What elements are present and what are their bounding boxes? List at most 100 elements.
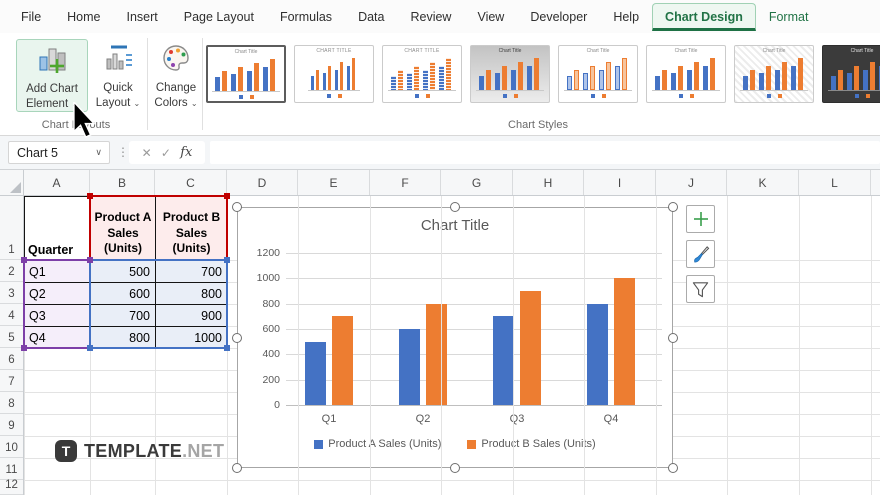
cancel-icon[interactable]: ✕ [142,146,152,160]
row-header-5[interactable]: 5 [0,326,23,348]
tab-review[interactable]: Review [397,2,464,32]
column-header-d[interactable]: D [227,170,298,195]
row-header-3[interactable]: 3 [0,282,23,304]
row-header-4[interactable]: 4 [0,304,23,326]
tab-page-layout[interactable]: Page Layout [171,2,267,32]
cell-c4[interactable]: 900 [155,304,228,327]
chart-elements-button[interactable] [686,205,715,233]
chart-resize-handle[interactable] [668,332,678,343]
chart-title[interactable]: Chart Title [238,217,672,234]
column-header-a[interactable]: A [24,170,90,195]
column-header-c[interactable]: C [155,170,227,195]
tab-data[interactable]: Data [345,2,397,32]
selected-chart[interactable]: Chart Title Product A Sales (Units) Produ… [237,207,673,468]
chart-resize-handle[interactable] [232,202,242,212]
cell-c5[interactable]: 1000 [155,326,228,349]
chart-resize-handle[interactable] [450,202,460,212]
tab-formulas[interactable]: Formulas [267,2,345,32]
column-header-k[interactable]: K [727,170,799,195]
name-box[interactable]: Chart 5 ∨ [8,141,110,164]
chart-style-6[interactable]: Chart Title [646,45,726,103]
row-header-1[interactable]: 1 [0,196,23,260]
chart-style-8[interactable]: Chart Title [822,45,880,103]
column-header-h[interactable]: H [513,170,584,195]
bar-Q1-series-2[interactable] [332,316,353,405]
chart-legend[interactable]: Product A Sales (Units) Product B Sales (… [238,438,672,450]
bar-Q2-series-1[interactable] [399,329,420,405]
add-chart-element-button[interactable]: Add Chart Element ⌄ [16,39,88,112]
column-header-l[interactable]: L [799,170,871,195]
cell-c3[interactable]: 800 [155,282,228,305]
tab-home[interactable]: Home [54,2,113,32]
name-box-chevron-icon[interactable]: ∨ [95,147,102,158]
legend-item[interactable]: Product B Sales (Units) [467,438,596,450]
cell-a3[interactable]: Q2 [24,282,91,305]
cell-b1-product-a-header[interactable]: Product A Sales (Units) [90,196,156,261]
row-header-7[interactable]: 7 [0,370,23,392]
bar-Q1-series-1[interactable] [305,341,326,405]
row-header-2[interactable]: 2 [0,260,23,282]
tab-help[interactable]: Help [600,2,652,32]
tab-view[interactable]: View [464,2,517,32]
row-header-9[interactable]: 9 [0,414,23,436]
cell-c2[interactable]: 700 [155,260,228,283]
column-header-g[interactable]: G [441,170,513,195]
change-colors-button[interactable]: Change Colors ⌄ [150,39,202,112]
row-header-11[interactable]: 11 [0,458,23,480]
select-all-corner[interactable] [0,170,24,195]
tab-developer[interactable]: Developer [517,2,600,32]
chart-style-1[interactable]: Chart Title [206,45,286,103]
tab-insert[interactable]: Insert [114,2,171,32]
range-handle[interactable] [87,345,93,351]
cell-a4[interactable]: Q3 [24,304,91,327]
cell-b5[interactable]: 800 [90,326,156,349]
chart-style-5[interactable]: Chart Title [558,45,638,103]
cell-b3[interactable]: 600 [90,282,156,305]
row-header-10[interactable]: 10 [0,436,23,458]
column-header-f[interactable]: F [370,170,441,195]
cell-b4[interactable]: 700 [90,304,156,327]
bar-Q4-series-1[interactable] [587,303,608,405]
legend-item[interactable]: Product A Sales (Units) [314,438,441,450]
column-header-i[interactable]: I [584,170,656,195]
chart-filters-button[interactable] [686,275,715,303]
range-handle[interactable] [224,193,230,199]
range-handle[interactable] [87,193,93,199]
chart-style-7[interactable]: Chart Title [734,45,814,103]
cell-a1-quarter[interactable]: Quarter [24,196,91,261]
chart-style-2[interactable]: Chart Title [294,45,374,103]
cell-a2[interactable]: Q1 [24,260,91,283]
column-header-j[interactable]: J [656,170,727,195]
chart-style-3[interactable]: Chart Title [382,45,462,103]
tab-chart-design[interactable]: Chart Design [652,2,756,31]
chart-resize-handle[interactable] [232,463,242,473]
bar-Q4-series-2[interactable] [614,278,635,405]
range-handle[interactable] [21,257,27,263]
chart-resize-handle[interactable] [450,463,460,473]
cell-a5[interactable]: Q4 [24,326,91,349]
bar-Q3-series-1[interactable] [493,316,514,405]
tab-file[interactable]: File [8,2,54,32]
chart-resize-handle[interactable] [668,463,678,473]
formula-input[interactable] [210,141,880,164]
range-handle[interactable] [21,345,27,351]
range-handle[interactable] [224,345,230,351]
bar-Q3-series-2[interactable] [520,291,541,405]
chart-resize-handle[interactable] [668,202,678,212]
tab-format[interactable]: Format [756,2,822,32]
cell-b2[interactable]: 500 [90,260,156,283]
chart-styles-button[interactable] [686,240,715,268]
row-header-12[interactable]: 12 [0,479,23,495]
quick-layout-button[interactable]: Quick Layout ⌄ [92,39,144,112]
row-header-6[interactable]: 6 [0,348,23,370]
cell-c1-product-b-header[interactable]: Product B Sales (Units) [155,196,228,261]
bar-Q2-series-2[interactable] [426,303,447,405]
insert-function-icon[interactable]: fx [180,145,192,160]
column-header-e[interactable]: E [298,170,370,195]
enter-icon[interactable]: ✓ [161,146,171,160]
range-handle[interactable] [87,257,93,263]
column-header-b[interactable]: B [90,170,155,195]
row-header-8[interactable]: 8 [0,392,23,414]
chart-resize-handle[interactable] [232,332,242,343]
chart-style-4[interactable]: Chart Title [470,45,550,103]
